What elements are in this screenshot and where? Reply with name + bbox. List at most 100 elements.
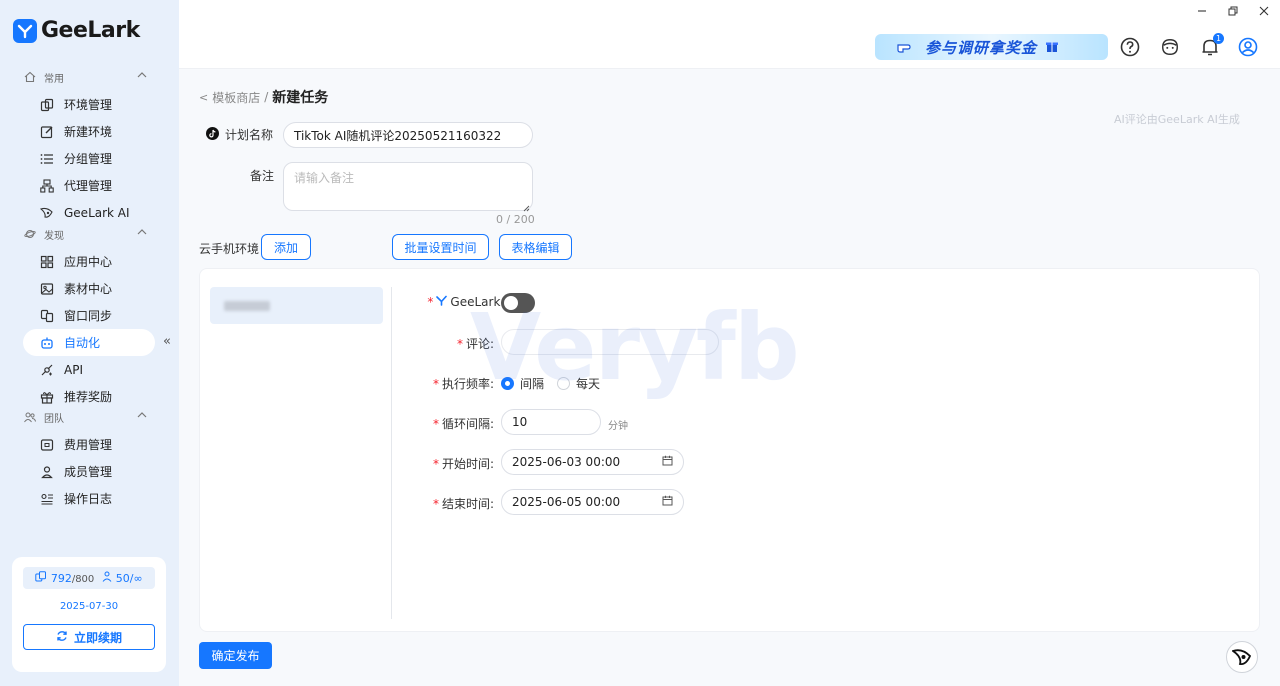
pointing-hand-icon xyxy=(897,39,917,56)
planet-icon xyxy=(24,228,36,240)
robot-icon xyxy=(40,336,54,350)
collapse-sidebar-icon[interactable]: « xyxy=(163,334,171,349)
notification-bell-icon[interactable]: 1 xyxy=(1200,33,1224,57)
refresh-icon xyxy=(56,630,68,645)
account-icon[interactable] xyxy=(1238,37,1258,57)
home-icon xyxy=(24,71,36,83)
plan-name-label: 计划名称 xyxy=(206,126,273,143)
sidebar-item-geelark-ai[interactable]: GeeLark AI xyxy=(0,199,179,226)
grid-icon xyxy=(40,255,54,269)
env-list-item[interactable] xyxy=(210,287,383,324)
add-env-button[interactable]: 添加 xyxy=(261,234,311,260)
page-title: 新建任务 xyxy=(272,90,329,106)
confirm-publish-button[interactable]: 确定发布 xyxy=(199,642,272,669)
remark-counter: 0 / 200 xyxy=(496,213,535,226)
sync-icon xyxy=(40,309,54,323)
sidebar-item-members[interactable]: 成员管理 xyxy=(0,458,179,485)
members-used: 50/ xyxy=(115,572,134,585)
calendar-icon xyxy=(662,495,673,509)
renew-button[interactable]: 立即续期 xyxy=(23,624,155,650)
back-link[interactable]: < xyxy=(199,91,208,104)
notification-badge: 1 xyxy=(1213,33,1224,44)
devices-used: 792 xyxy=(50,572,72,585)
nav-group-common: 常用 环境管理 新建环境 分组管理 代理管理 GeeLark AI xyxy=(0,68,179,226)
remark-textarea[interactable]: 请输入备注 xyxy=(283,162,533,211)
sidebar-item-billing[interactable]: 费用管理 xyxy=(0,431,179,458)
breadcrumb-template-store[interactable]: 模板商店 xyxy=(212,89,260,106)
sidebar-item-operation-log[interactable]: 操作日志 xyxy=(0,485,179,512)
ai-generated-note: AI评论由GeeLark AI生成 xyxy=(1114,113,1240,126)
start-time-picker[interactable]: 2025-06-03 00:00 xyxy=(501,449,684,475)
sidebar-item-groups[interactable]: 分组管理 xyxy=(0,145,179,172)
sidebar-item-window-sync[interactable]: 窗口同步 xyxy=(0,302,179,329)
breadcrumb-separator: / xyxy=(264,90,269,104)
close-icon[interactable] xyxy=(1259,5,1269,19)
chevron-up-icon xyxy=(137,228,147,239)
watermark: Veryfb xyxy=(470,294,800,401)
ai-icon xyxy=(40,206,54,220)
expire-date: 2025-07-30 xyxy=(59,601,119,612)
quota-card: 792/800 50/∞ 2025-07-30 立即续期 xyxy=(12,557,166,672)
nav-group-header[interactable]: 团队 xyxy=(0,408,179,426)
help-icon[interactable] xyxy=(1120,37,1140,57)
interval-input[interactable]: 10 xyxy=(501,409,601,435)
restore-icon[interactable] xyxy=(1228,5,1238,19)
tiktok-icon xyxy=(206,126,219,143)
app-name: GeeLark xyxy=(41,18,140,43)
devices-total: /800 xyxy=(71,574,95,585)
edit-icon xyxy=(40,125,54,139)
user-icon xyxy=(40,465,54,479)
banner-text: 参与调研拿奖金 xyxy=(925,38,1038,57)
remark-label: 备注 xyxy=(250,169,275,183)
calendar-icon xyxy=(662,455,673,469)
nav-group-header[interactable]: 常用 xyxy=(0,68,179,86)
nav-group-team: 团队 费用管理 成员管理 操作日志 xyxy=(0,408,179,512)
assistant-icon[interactable] xyxy=(1226,641,1258,673)
end-time-label: * 结束时间: xyxy=(432,496,494,512)
cloud-phone-env-label: 云手机环境 xyxy=(199,242,260,256)
interval-label: * 循环间隔: xyxy=(432,416,494,432)
window-controls xyxy=(1186,0,1280,24)
nav-group-discover: 发现 应用中心 素材中心 窗口同步 自动化 API 推荐奖励 xyxy=(0,225,179,410)
interval-unit: 分钟 xyxy=(608,421,628,432)
minimize-icon[interactable] xyxy=(1197,5,1207,19)
members-total: ∞ xyxy=(133,572,143,585)
breadcrumb: < 模板商店 / 新建任务 xyxy=(199,87,328,107)
sidebar-item-referral[interactable]: 推荐奖励 xyxy=(0,383,179,410)
survey-banner[interactable]: 参与调研拿奖金 xyxy=(875,34,1108,60)
geelark-bird-icon xyxy=(436,295,448,309)
api-icon xyxy=(40,363,54,377)
batch-set-time-button[interactable]: 批量设置时间 xyxy=(392,234,489,260)
sidebar: GeeLark 常用 环境管理 新建环境 分组管理 代理管理 GeeLark A… xyxy=(0,0,179,686)
gift-icon xyxy=(40,390,54,404)
chevron-up-icon xyxy=(137,411,147,422)
nav-group-header[interactable]: 发现 xyxy=(0,225,179,243)
sidebar-item-api[interactable]: API xyxy=(0,356,179,383)
environment-icon xyxy=(40,98,54,112)
list-icon xyxy=(40,152,54,166)
start-time-label: * 开始时间: xyxy=(432,456,494,472)
app-logo[interactable]: GeeLark xyxy=(13,18,140,43)
devices-icon xyxy=(35,571,47,585)
sidebar-item-environment[interactable]: 环境管理 xyxy=(0,91,179,118)
plan-name-input[interactable]: TikTok AI随机评论20250521160322 xyxy=(283,122,533,148)
proxy-icon xyxy=(40,178,54,193)
redacted-env-name xyxy=(224,300,270,311)
sidebar-item-material-center[interactable]: 素材中心 xyxy=(0,275,179,302)
support-face-icon[interactable] xyxy=(1160,37,1180,57)
sidebar-item-automation[interactable]: 自动化 xyxy=(23,329,155,356)
log-icon xyxy=(40,492,54,506)
team-icon xyxy=(24,411,36,423)
geelark-logo-icon xyxy=(13,18,37,43)
image-icon xyxy=(40,282,54,296)
table-edit-button[interactable]: 表格编辑 xyxy=(499,234,572,260)
sidebar-item-app-center[interactable]: 应用中心 xyxy=(0,248,179,275)
sidebar-item-new-environment[interactable]: 新建环境 xyxy=(0,118,179,145)
end-time-picker[interactable]: 2025-06-05 00:00 xyxy=(501,489,684,515)
topbar: 参与调研拿奖金 1 xyxy=(179,0,1280,69)
quota-stats: 792/800 50/∞ xyxy=(23,567,155,589)
sidebar-item-proxy[interactable]: 代理管理 xyxy=(0,172,179,199)
wallet-icon xyxy=(40,438,54,452)
gift-icon xyxy=(1045,39,1059,56)
members-icon xyxy=(102,571,112,585)
